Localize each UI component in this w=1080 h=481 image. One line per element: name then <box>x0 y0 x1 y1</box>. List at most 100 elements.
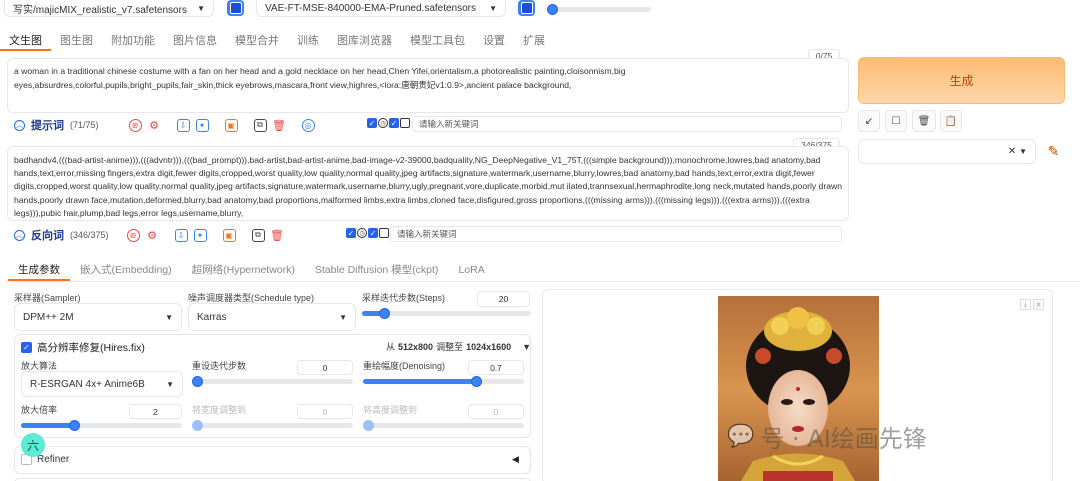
slider-knob[interactable] <box>363 420 374 431</box>
checkpoint-value: 写实/majicMIX_realistic_v7.safetensors <box>13 4 187 16</box>
slider-knob[interactable] <box>547 4 558 15</box>
slider-knob[interactable] <box>470 376 482 387</box>
collapse-triangle-icon[interactable]: ▼ <box>522 342 531 352</box>
download-icon[interactable]: ⤓ <box>1020 299 1031 310</box>
width-slider[interactable] <box>192 420 353 431</box>
chevron-down-icon: ▼ <box>489 3 497 13</box>
tab-3[interactable]: 图片信息 <box>164 33 226 51</box>
hires-checkbox[interactable]: ✓ <box>21 342 32 353</box>
styles-select[interactable]: ✕ ▼ <box>858 139 1036 164</box>
copy-icon[interactable]: ⧉ <box>251 228 265 242</box>
bookmark-icon[interactable]: ✦ <box>195 118 209 132</box>
tab-1[interactable]: 图生图 <box>51 33 102 51</box>
tab-2[interactable]: 附加功能 <box>102 33 164 51</box>
schedule-select[interactable]: Karras ▼ <box>188 303 356 331</box>
refresh-vae-button[interactable] <box>518 0 535 16</box>
copy-icon[interactable]: ⧉ <box>253 118 267 132</box>
generate-button[interactable]: 生成 <box>858 57 1065 104</box>
collapse-icon[interactable]: ︿ <box>14 119 25 131</box>
clock-icon[interactable]: ◷ <box>357 228 367 238</box>
clip-skip-slider[interactable] <box>547 4 651 15</box>
subtab-2[interactable]: 超网络(Hypernetwork) <box>182 261 305 281</box>
denoise-slider[interactable] <box>363 376 524 387</box>
square-icon: ☐ <box>891 115 901 127</box>
denoise-input[interactable]: 0.7 <box>468 360 524 375</box>
wechat-icon: 💬 <box>727 424 755 449</box>
chevron-down-icon: ▼ <box>197 3 205 13</box>
refiner-label: Refiner <box>37 454 70 465</box>
steps-input[interactable]: 20 <box>477 291 530 307</box>
slider-track[interactable] <box>192 423 353 428</box>
hires-resolution: 从 512x800 调整至 1024x1600 ▼ <box>386 340 531 353</box>
tab-5[interactable]: 训练 <box>288 33 328 51</box>
random-icon[interactable]: ⊛ <box>126 228 140 242</box>
tab-8[interactable]: 设置 <box>474 33 514 51</box>
slider-knob[interactable] <box>192 420 203 431</box>
prompt-input[interactable]: a woman in a traditional chinese costume… <box>7 58 849 113</box>
trash-icon[interactable]: 🗑 <box>270 228 284 242</box>
negative-keyword-input[interactable]: 请输入新关键词 <box>390 226 842 242</box>
gallery-controls: ⤓ ✕ <box>1020 299 1044 310</box>
subtab-1[interactable]: 嵌入式(Embedding) <box>70 261 182 281</box>
random-icon[interactable]: ⊛ <box>128 118 142 132</box>
settings-gear-icon[interactable]: ⚙ <box>145 228 159 242</box>
prompt-keyword-input[interactable]: 请输入新关键词 <box>412 116 842 132</box>
import-icon[interactable]: ⇩ <box>174 228 188 242</box>
upscaler-select[interactable]: R-ESRGAN 4x+ Anime6B ▼ <box>21 371 183 397</box>
vae-select[interactable]: VAE-FT-MSE-840000-EMA-Pruned.safetensors… <box>256 0 506 17</box>
subtab-0[interactable]: 生成参数 <box>8 261 70 281</box>
checkbox-icon[interactable]: ✓ <box>367 118 377 128</box>
trash-button[interactable]: 🗑 <box>912 110 936 132</box>
prompt-count: (71/75) <box>70 120 99 130</box>
slider-knob[interactable] <box>192 376 203 387</box>
negative-prompt-input[interactable]: badhandv4,(((bad-artist-anime))),(((advn… <box>7 146 849 221</box>
sampler-select[interactable]: DPM++ 2M ▼ <box>14 303 182 331</box>
tab-7[interactable]: 模型工具包 <box>401 33 474 51</box>
hires-steps-input[interactable]: 0 <box>297 360 353 375</box>
close-icon[interactable]: ✕ <box>1033 299 1044 310</box>
tab-6[interactable]: 图库浏览器 <box>328 33 401 51</box>
hires-steps-slider[interactable] <box>192 376 353 387</box>
subtab-4[interactable]: LoRA <box>448 261 494 281</box>
schedule-value: Karras <box>197 311 227 323</box>
image-icon[interactable]: ▣ <box>224 118 238 132</box>
trash-icon[interactable]: 🗑 <box>272 118 286 132</box>
checkpoint-select[interactable]: 写实/majicMIX_realistic_v7.safetensors ▼ <box>4 0 214 17</box>
height-input[interactable]: 0 <box>468 404 524 419</box>
subtab-3[interactable]: Stable Diffusion 模型(ckpt) <box>305 261 449 281</box>
edit-styles-button[interactable]: ✎ <box>1041 139 1066 164</box>
to-value: 1024x1600 <box>466 341 512 352</box>
clear-button[interactable]: ☐ <box>885 110 907 132</box>
translate-icon[interactable]: ◎ <box>301 118 315 132</box>
chevron-down-icon: ▼ <box>165 312 173 322</box>
width-input[interactable]: 0 <box>297 404 353 419</box>
clock-icon[interactable]: ◷ <box>378 118 388 128</box>
prompt-toolbar: ︿ 提示词 (71/75) ⊛ ⚙ ⇩ ✦ ▣ ⧉ 🗑 ◎ <box>14 118 315 132</box>
scale-slider[interactable] <box>21 420 182 431</box>
refresh-checkpoint-button[interactable] <box>227 0 244 16</box>
tab-0[interactable]: 文生图 <box>0 33 51 51</box>
image-icon[interactable]: ▣ <box>222 228 236 242</box>
square-icon[interactable] <box>400 118 410 128</box>
import-icon[interactable]: ⇩ <box>176 118 190 132</box>
steps-slider[interactable] <box>362 308 531 319</box>
settings-gear-icon[interactable]: ⚙ <box>147 118 161 132</box>
clipboard-button[interactable]: 📋 <box>940 110 962 132</box>
slider-knob[interactable] <box>378 308 390 319</box>
square-icon[interactable] <box>379 228 389 238</box>
slider-track[interactable] <box>363 423 524 428</box>
collapse-icon[interactable]: ︿ <box>14 229 25 241</box>
height-slider[interactable] <box>363 420 524 431</box>
bookmark-icon[interactable]: ✦ <box>193 228 207 242</box>
checkbox-icon[interactable]: ✓ <box>346 228 356 238</box>
collapse-left-icon[interactable]: ◀ <box>512 454 519 465</box>
tab-4[interactable]: 模型合并 <box>226 33 288 51</box>
paste-params-button[interactable]: ↙ <box>858 110 880 132</box>
slider-track[interactable] <box>192 379 353 384</box>
tab-9[interactable]: 扩展 <box>514 33 554 51</box>
clear-x-icon[interactable]: ✕ ▼ <box>1008 146 1027 157</box>
checkbox-icon[interactable]: ✓ <box>368 228 378 238</box>
scale-input[interactable]: 2 <box>129 404 182 419</box>
checkbox-icon[interactable]: ✓ <box>389 118 399 128</box>
floating-badge[interactable]: 六 <box>21 433 45 457</box>
